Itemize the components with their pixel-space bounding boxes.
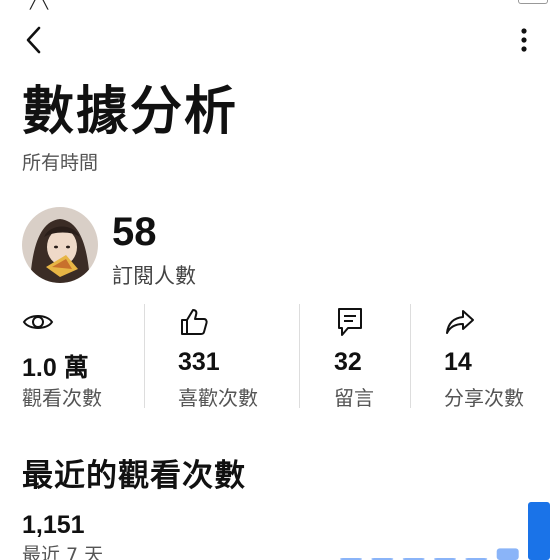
recent-period-label: 最近 7 天 xyxy=(22,544,104,560)
stat-shares[interactable]: 14 分享次數 xyxy=(444,306,544,410)
stat-label: 喜歡次數 xyxy=(178,386,258,410)
more-options-button[interactable] xyxy=(504,20,544,60)
chevron-left-icon xyxy=(26,26,41,54)
thumbs-up-icon xyxy=(181,309,208,335)
battery-icon xyxy=(518,0,548,4)
time-range-label[interactable]: 所有時間 xyxy=(22,148,98,175)
stat-label: 分享次數 xyxy=(444,386,524,410)
share-icon xyxy=(446,310,474,334)
stat-value: 14 xyxy=(444,348,472,376)
more-vertical-icon xyxy=(521,28,527,52)
subscriber-count: 58 xyxy=(112,210,157,254)
back-button[interactable] xyxy=(14,20,54,60)
divider xyxy=(299,304,300,408)
eye-icon xyxy=(22,315,54,329)
divider xyxy=(144,304,145,408)
stat-value: 32 xyxy=(334,348,362,376)
chart-bar xyxy=(496,548,519,560)
subscriber-label: 訂閱人數 xyxy=(112,264,196,288)
section-title: 最近的觀看次數 xyxy=(22,458,246,494)
chart-bar xyxy=(528,502,550,560)
status-time-fragment: ▔▔ ▔ ▔ xyxy=(250,0,306,10)
stat-comments[interactable]: 32 留言 xyxy=(334,306,406,410)
page-title: 數據分析 xyxy=(22,82,239,142)
status-bar: ╱╲ ▔▔ ▔ ▔ xyxy=(0,0,560,12)
comment-icon xyxy=(338,308,362,336)
avatar[interactable] xyxy=(22,207,98,283)
stat-views[interactable]: 1.0 萬 觀看次數 xyxy=(22,306,140,410)
stat-label: 留言 xyxy=(334,386,374,410)
top-bar xyxy=(0,18,560,62)
stat-value: 1.0 萬 xyxy=(22,354,89,382)
divider xyxy=(410,304,411,408)
stat-value: 331 xyxy=(178,348,220,376)
recent-views-value: 1,151 xyxy=(22,511,85,539)
status-signal-fragment: ╱╲ xyxy=(30,0,49,10)
recent-views-chart[interactable] xyxy=(340,500,550,560)
stat-label: 觀看次數 xyxy=(22,386,102,410)
stat-likes[interactable]: 331 喜歡次數 xyxy=(178,306,296,410)
